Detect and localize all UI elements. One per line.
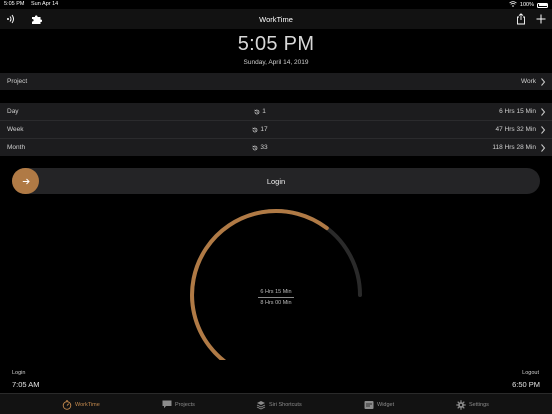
chevron-right-icon xyxy=(541,125,546,134)
tab-bar: WorkTime Projects Siri Shortcuts Widget … xyxy=(0,393,552,414)
stat-count: 17 xyxy=(260,126,268,133)
battery-icon xyxy=(537,2,548,8)
target-time: 8 Hrs 00 Min xyxy=(260,300,292,306)
history-icon xyxy=(254,109,260,114)
login-time-label: Login xyxy=(12,370,26,376)
battery-percent: 100% xyxy=(519,2,534,8)
status-bar: 5:05 PM Sun Apr 14 100% xyxy=(0,0,552,9)
tab-label: Widget xyxy=(377,401,395,408)
current-date: Sunday, April 14, 2019 xyxy=(243,59,309,66)
stat-label: Day xyxy=(7,108,19,115)
stat-row-month[interactable]: Month 33 118 Hrs 28 Min xyxy=(0,139,552,156)
gear-icon xyxy=(456,399,466,410)
tab-label: Settings xyxy=(469,401,489,408)
stat-row-week[interactable]: Week 17 47 Hrs 32 Min xyxy=(0,121,552,138)
stat-value: 118 Hrs 28 Min xyxy=(492,144,536,151)
progress-gauge xyxy=(190,209,362,360)
login-label: Login xyxy=(266,177,286,186)
tab-worktime[interactable]: WorkTime xyxy=(62,394,100,414)
stopwatch-icon xyxy=(62,399,72,410)
status-date: Sun Apr 14 xyxy=(31,1,59,7)
tab-settings[interactable]: Settings xyxy=(456,394,489,414)
stat-row-day[interactable]: Day 1 6 Hrs 15 Min xyxy=(0,103,552,120)
stat-count: 1 xyxy=(262,108,266,115)
tab-label: WorkTime xyxy=(75,401,100,408)
stat-label: Week xyxy=(7,126,24,133)
chat-icon xyxy=(162,400,172,410)
stat-value: 47 Hrs 32 Min xyxy=(495,126,536,133)
current-time: 5:05 PM xyxy=(237,33,315,55)
nav-title: WorkTime xyxy=(259,15,293,24)
project-label: Project xyxy=(7,78,28,85)
login-time-value: 7:05 AM xyxy=(12,380,40,389)
status-time: 5:05 PM xyxy=(4,1,25,7)
wifi-icon xyxy=(509,1,517,9)
login-slider[interactable]: Login xyxy=(12,168,540,194)
logout-time-value: 6:50 PM xyxy=(512,380,540,389)
stat-value: 6 Hrs 15 Min xyxy=(499,108,536,115)
add-icon[interactable] xyxy=(534,12,548,26)
shortcuts-icon xyxy=(256,400,266,410)
worked-time: 6 Hrs 15 Min xyxy=(260,289,292,295)
tab-siri-shortcuts[interactable]: Siri Shortcuts xyxy=(256,394,302,414)
tab-label: Siri Shortcuts xyxy=(269,401,302,408)
tab-projects[interactable]: Projects xyxy=(162,394,195,414)
share-icon[interactable] xyxy=(514,12,528,26)
stat-label: Month xyxy=(7,144,26,151)
logout-time-label: Logout xyxy=(522,370,539,376)
tab-label: Projects xyxy=(175,401,195,408)
project-value: Work xyxy=(520,78,536,85)
history-icon xyxy=(252,127,258,132)
gauge-fill xyxy=(190,209,329,360)
tab-widget[interactable]: Widget xyxy=(364,394,394,414)
chevron-right-icon xyxy=(541,77,546,86)
gauge-divider xyxy=(258,297,294,298)
project-row[interactable]: Project Work xyxy=(0,73,552,90)
chevron-right-icon xyxy=(541,107,546,116)
stat-count: 33 xyxy=(260,144,268,151)
nav-bar: WorkTime xyxy=(0,9,552,29)
chevron-right-icon xyxy=(541,143,546,152)
history-icon xyxy=(252,145,258,150)
widget-icon xyxy=(364,400,374,410)
